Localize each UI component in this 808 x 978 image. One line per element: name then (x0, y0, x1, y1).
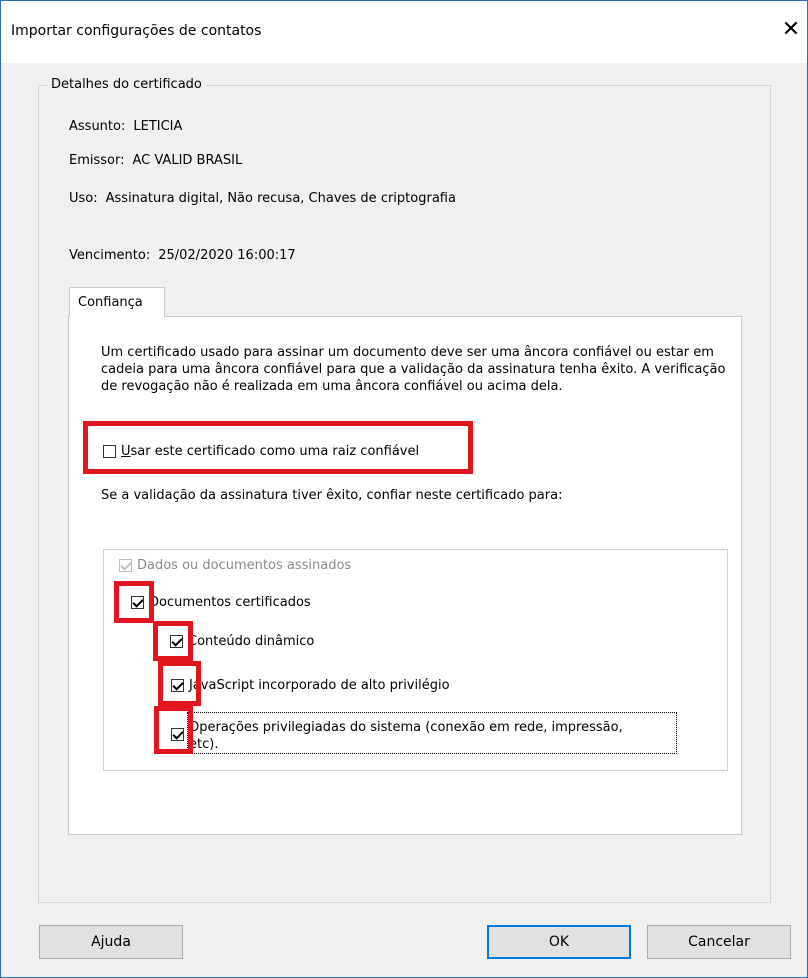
expiry-label: Vencimento: (69, 248, 151, 263)
tab-confianca-label: Confiança (78, 295, 143, 310)
tree-item-label: JavaScript incorporado de alto privilégi… (189, 678, 450, 693)
subject-label: Assunto: (69, 119, 126, 134)
issuer-value: AC VALID BRASIL (132, 153, 243, 168)
certificate-details-legend: Detalhes do certificado (47, 77, 206, 92)
javascript-checkbox[interactable] (171, 679, 184, 692)
expiry-field: Vencimento: 25/02/2020 16:00:17 (69, 248, 296, 263)
system-operations-label-line2: etc). (189, 737, 219, 752)
system-operations-label-line1: Operações privilegiadas do sistema (cone… (189, 720, 623, 735)
signed-data-checkbox (119, 559, 132, 572)
trusted-root-checkbox-row[interactable]: Usar este certificado como uma raiz conf… (103, 444, 419, 459)
issuer-field: Emissor: AC VALID BRASIL (69, 153, 242, 168)
dynamic-content-checkbox[interactable] (170, 635, 183, 648)
subject-value: LETICIA (133, 119, 183, 134)
tree-item-signed-data: Dados ou documentos assinados (119, 558, 351, 573)
tree-item-label: Operações privilegiadas do sistema (cone… (189, 719, 623, 753)
trusted-root-label-rest: sar este certificado como uma raiz confi… (130, 444, 420, 459)
tree-item-label: Conteúdo dinâmico (188, 634, 315, 649)
title-bar: Importar configurações de contatos ✕ (1, 1, 807, 63)
close-icon[interactable]: ✕ (777, 15, 805, 45)
expiry-value: 25/02/2020 16:00:17 (158, 248, 296, 263)
ok-button[interactable]: OK (487, 925, 631, 959)
help-button[interactable]: Ajuda (39, 925, 183, 959)
dialog-window: Importar configurações de contatos ✕ Det… (0, 0, 808, 978)
usage-field: Uso: Assinatura digital, Não recusa, Chav… (69, 191, 456, 206)
subject-field: Assunto: LETICIA (69, 119, 182, 134)
tree-item-label: Dados ou documentos assinados (137, 558, 352, 573)
usage-label: Uso: (69, 191, 98, 206)
tree-item-javascript[interactable]: JavaScript incorporado de alto privilégi… (171, 678, 450, 693)
trusted-root-label-accel: U (121, 444, 131, 459)
trusted-root-checkbox[interactable] (103, 445, 116, 458)
system-operations-checkbox[interactable] (171, 728, 184, 741)
tree-item-certified-documents[interactable]: Documentos certificados (131, 595, 311, 610)
trusted-root-label: Usar este certificado como uma raiz conf… (121, 444, 419, 459)
usage-value: Assinatura digital, Não recusa, Chaves d… (105, 191, 456, 206)
certified-documents-checkbox[interactable] (131, 596, 144, 609)
dialog-title: Importar configurações de contatos (11, 23, 262, 39)
issuer-label: Emissor: (69, 153, 125, 168)
if-valid-text: Se a validação da assinatura tiver êxito… (101, 488, 563, 503)
tree-item-dynamic-content[interactable]: Conteúdo dinâmico (170, 634, 314, 649)
trust-description: Um certificado usado para assinar um doc… (101, 345, 726, 394)
cancel-button[interactable]: Cancelar (647, 925, 791, 959)
tab-confianca[interactable]: Confiança (69, 287, 165, 317)
tree-item-label: Documentos certificados (149, 595, 311, 610)
tree-item-system-operations[interactable]: Operações privilegiadas do sistema (cone… (171, 719, 623, 753)
